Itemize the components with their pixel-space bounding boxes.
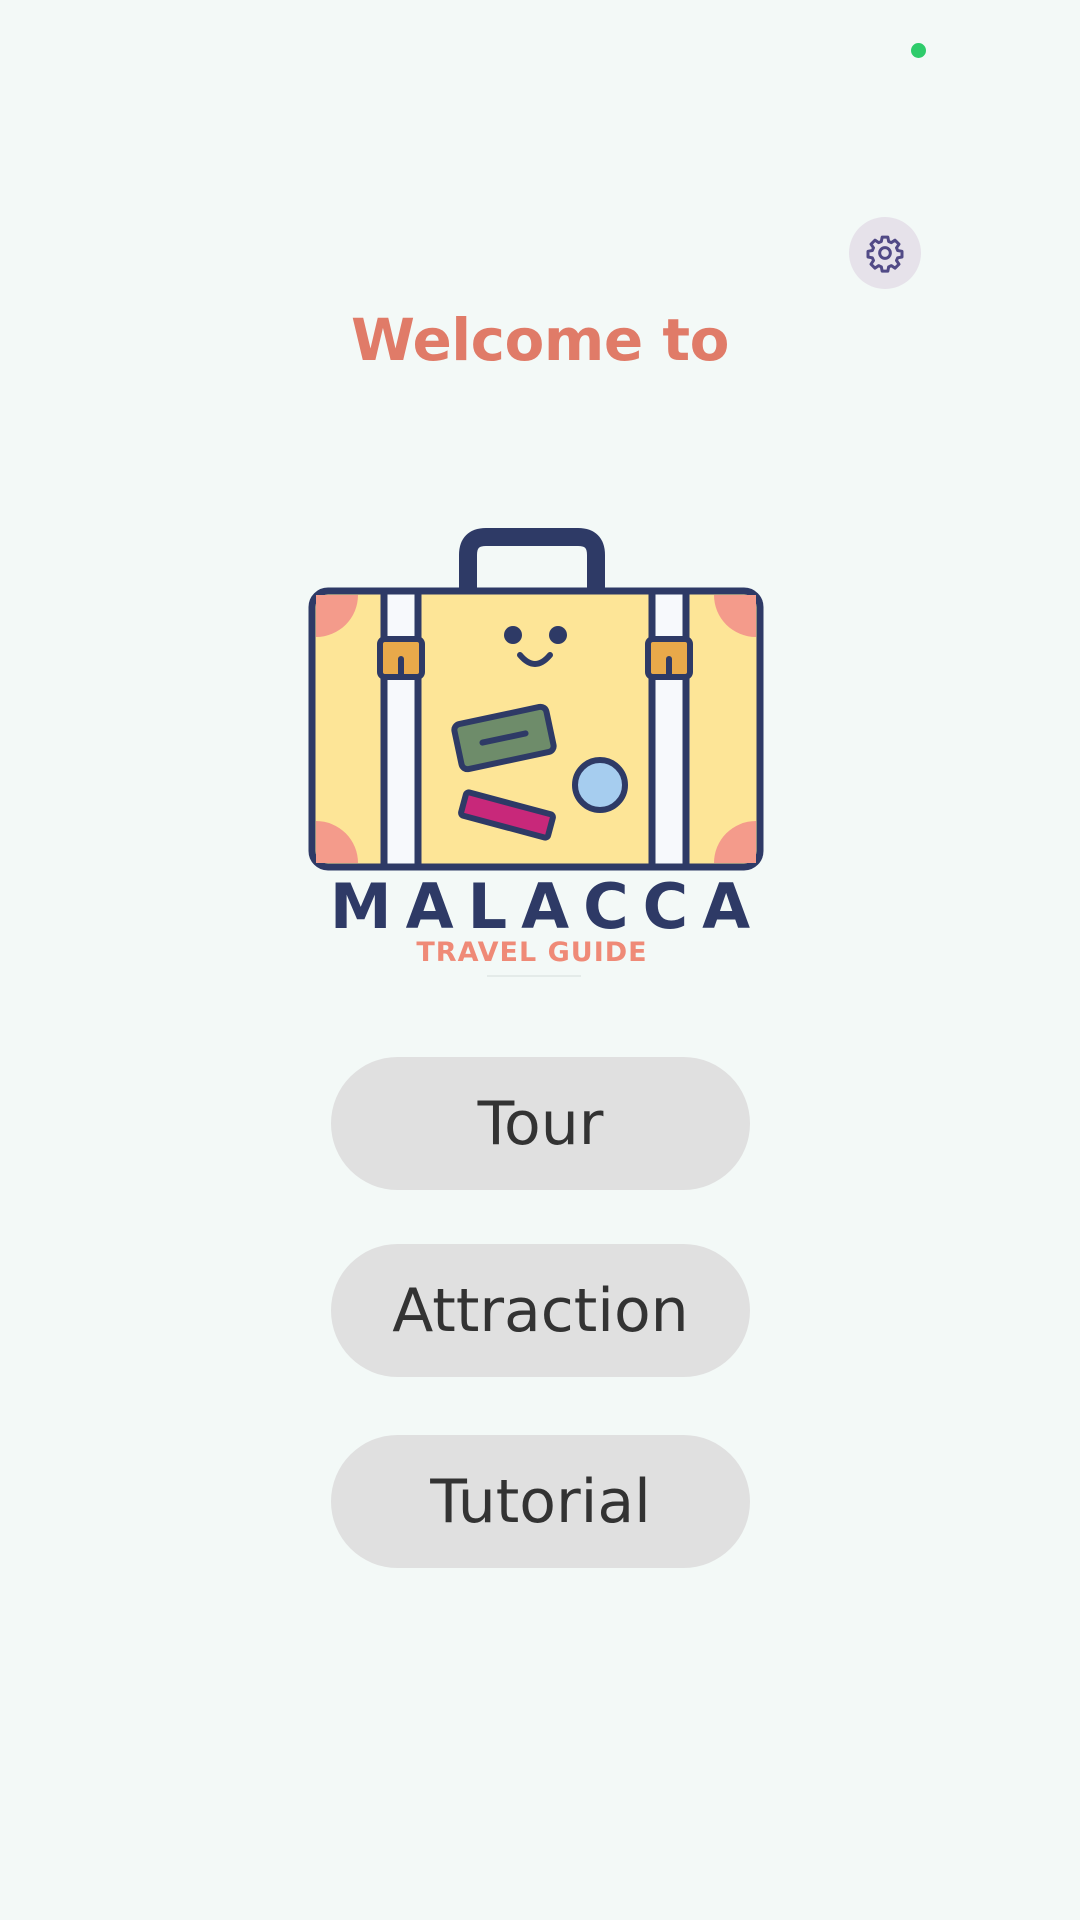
gear-icon xyxy=(866,235,904,273)
logo-name: MALACCA xyxy=(329,870,765,943)
tutorial-button[interactable]: Tutorial xyxy=(331,1435,750,1568)
malacca-travel-guide-logo: MALACCA TRAVEL GUIDE xyxy=(300,525,780,985)
attraction-button[interactable]: Attraction xyxy=(331,1244,750,1377)
settings-button[interactable] xyxy=(849,217,921,289)
home-screen: Welcome to MALACCA TRAVEL GUIDE Tour Att… xyxy=(0,0,1080,1920)
tour-button[interactable]: Tour xyxy=(331,1057,750,1190)
status-indicator-dot xyxy=(911,43,926,58)
logo-subtitle: TRAVEL GUIDE xyxy=(416,937,648,968)
suitcase-icon xyxy=(308,528,764,871)
logo-underline xyxy=(487,975,581,977)
welcome-title: Welcome to xyxy=(351,306,729,374)
